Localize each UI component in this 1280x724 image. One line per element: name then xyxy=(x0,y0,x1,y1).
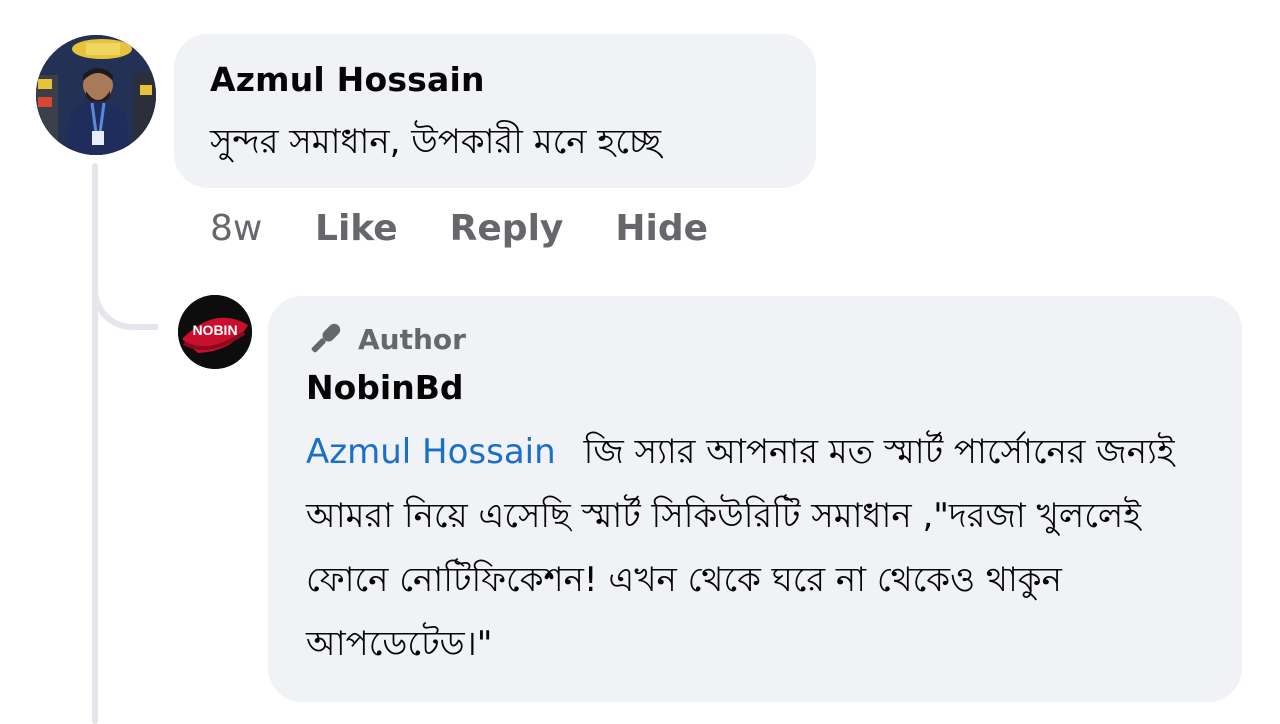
reply-author[interactable]: NobinBd xyxy=(306,368,464,407)
comment-text: সুন্দর সমাধান, উপকারী মনে হচ্ছে xyxy=(210,122,662,162)
logo-text: NOBIN xyxy=(192,322,237,338)
like-button[interactable]: Like xyxy=(315,208,398,249)
mention-link[interactable]: Azmul Hossain xyxy=(306,432,556,472)
comment-thread: Azmul Hossain সুন্দর সমাধান, উপকারী মনে … xyxy=(0,0,1280,724)
page-avatar[interactable]: NOBIN xyxy=(178,295,252,369)
avatar[interactable] xyxy=(36,35,156,155)
thread-line xyxy=(92,163,98,724)
reply-bubble: Author NobinBd Azmul Hossain জি স্যার আপন… xyxy=(268,296,1242,702)
hide-button[interactable]: Hide xyxy=(615,208,708,249)
microphone-icon xyxy=(311,323,341,353)
reply-content: Azmul Hossain জি স্যার আপনার মত স্মার্ট প… xyxy=(306,420,1216,676)
author-badge: Author xyxy=(306,320,466,358)
comment-author[interactable]: Azmul Hossain xyxy=(210,60,485,99)
author-badge-label: Author xyxy=(358,322,466,356)
thread-connector xyxy=(92,280,158,330)
nobin-logo: NOBIN xyxy=(178,295,252,369)
reply-button[interactable]: Reply xyxy=(450,208,564,249)
user-photo xyxy=(36,35,156,155)
comment-actions: 8w Like Reply Hide xyxy=(210,206,760,250)
comment-timestamp[interactable]: 8w xyxy=(210,208,315,249)
comment-bubble: Azmul Hossain সুন্দর সমাধান, উপকারী মনে … xyxy=(174,34,816,188)
